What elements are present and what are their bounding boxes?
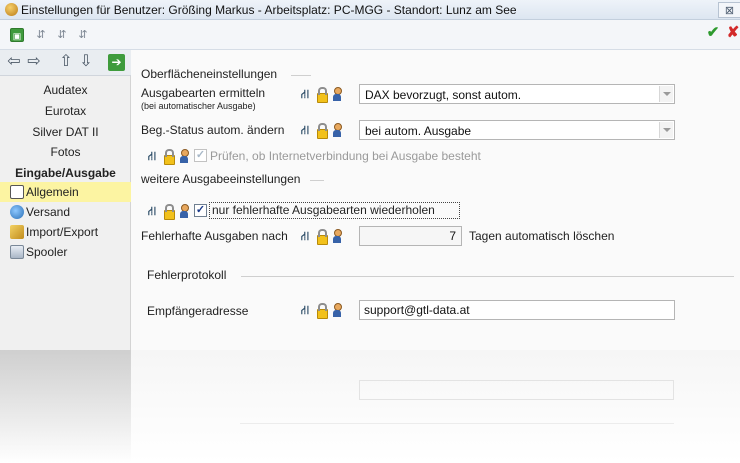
sidebar-item-eurotax[interactable]: Eurotax [0, 101, 131, 121]
sidebar: ⇦ ⇨ ⇧ ⇩ ➔ Audatex Eurotax Silver DAT II … [0, 50, 131, 350]
user-icon[interactable] [330, 302, 344, 318]
go-arrow-icon[interactable]: ➔ [108, 54, 125, 71]
globe-icon [10, 205, 24, 219]
window-title: Einstellungen für Benutzer: Größing Mark… [21, 3, 517, 17]
cancel-icon[interactable]: ✘ [726, 25, 740, 40]
sort-icon[interactable]: ⇵ [34, 28, 48, 42]
save-icon[interactable]: ▣ [10, 28, 24, 42]
up-arrow-icon[interactable]: ⇧ [58, 53, 74, 71]
fehlerhafte-scope-icons: ⛙ [298, 228, 356, 245]
user-icon[interactable] [177, 148, 191, 164]
sidebar-navbar: ⇦ ⇨ ⇧ ⇩ ➔ [0, 50, 131, 76]
lock-icon[interactable] [161, 148, 175, 165]
lock-icon[interactable] [314, 122, 328, 139]
section-divider [241, 276, 734, 277]
printer-icon [10, 245, 24, 259]
network-icon[interactable]: ⛙ [145, 203, 159, 219]
empfaenger-label: Empfängeradresse [147, 304, 249, 318]
app-icon [5, 3, 18, 16]
user-icon[interactable] [330, 228, 344, 244]
begstatus-select[interactable]: bei autom. Ausgabe [359, 120, 675, 140]
sidebar-item-spooler[interactable]: Spooler [0, 242, 131, 262]
nur-fehlerhafte-label[interactable]: nur fehlerhafte Ausgabearten wiederholen [212, 203, 435, 217]
section-title-weitere: weitere Ausgabeeinstellungen [141, 172, 301, 186]
section-title-ui: Oberflächeneinstellungen [141, 67, 278, 81]
back-arrow-icon[interactable]: ⇦ [6, 53, 22, 71]
nur-fehlerhafte-checkbox[interactable]: ✓ [194, 204, 207, 217]
folder-icon [10, 225, 24, 239]
section-divider [310, 180, 324, 181]
empfaenger-scope-icons: ⛙ [298, 302, 356, 319]
internet-check-checkbox[interactable]: ✓ [194, 149, 207, 162]
sidebar-item-import-export[interactable]: Import/Export [0, 222, 131, 242]
sidebar-item-label: Allgemein [26, 185, 79, 199]
sidebar-item-label: Versand [26, 205, 71, 219]
fehlerhafte-days-input[interactable]: 7 [359, 226, 462, 246]
sidebar-item-allgemein[interactable]: Allgemein [0, 182, 131, 202]
sidebar-item-versand[interactable]: Versand [0, 202, 131, 222]
begstatus-scope-icons: ⛙ [298, 122, 356, 139]
sidebar-item-label: Import/Export [26, 225, 99, 239]
user-icon[interactable] [177, 203, 191, 219]
fehlerhafte-label: Fehlerhafte Ausgaben nach [141, 229, 288, 243]
sidebar-group-eingabe-ausgabe[interactable]: Eingabe/Ausgabe [0, 163, 131, 183]
reflection-field [359, 380, 674, 400]
user-icon[interactable] [330, 86, 344, 102]
lock-icon[interactable] [161, 203, 175, 220]
begstatus-label: Beg.-Status autom. ändern [141, 123, 285, 137]
grid-icon [10, 185, 24, 199]
empfaenger-input[interactable]: support@gtl-data.at [359, 300, 675, 320]
ausgabearten-select-value: DAX bevorzugt, sonst autom. [365, 88, 522, 102]
settings-panel: Oberflächeneinstellungen Ausgabearten er… [131, 50, 740, 350]
ok-icon[interactable]: ✔ [706, 25, 720, 40]
chevron-down-icon[interactable] [659, 122, 673, 138]
down-arrow-icon[interactable]: ⇩ [78, 53, 94, 71]
ausgabearten-select[interactable]: DAX bevorzugt, sonst autom. [359, 84, 675, 104]
reflection-divider [240, 423, 674, 424]
ausgabearten-label: Ausgabearten ermitteln [141, 86, 266, 100]
section-title-fehlerprotokoll: Fehlerprotokoll [147, 268, 227, 282]
user-icon[interactable] [330, 122, 344, 138]
lock-icon[interactable] [314, 302, 328, 319]
sidebar-reflection [0, 350, 131, 463]
ausgabearten-scope-icons: ⛙ [298, 86, 356, 103]
begstatus-select-value: bei autom. Ausgabe [365, 124, 472, 138]
sort-remove-icon[interactable]: ⇵ [76, 28, 90, 42]
section-divider [291, 75, 311, 76]
network-icon[interactable]: ⛙ [298, 86, 312, 102]
network-icon[interactable]: ⛙ [145, 148, 159, 164]
ausgabearten-sublabel: (bei automatischer Ausgabe) [141, 101, 256, 111]
window-titlebar: Einstellungen für Benutzer: Größing Mark… [0, 0, 740, 20]
window-reflection [0, 350, 740, 463]
lock-icon[interactable] [314, 86, 328, 103]
toolbar: ▣ ⇵ ⇵ ⇵ ✔ ✘ [0, 20, 740, 50]
network-icon[interactable]: ⛙ [298, 122, 312, 138]
forward-arrow-icon[interactable]: ⇨ [26, 53, 42, 71]
internet-check-label: Prüfen, ob Internetverbindung bei Ausgab… [210, 149, 481, 163]
window-close-button[interactable]: ⊠ [718, 2, 740, 18]
sidebar-item-silver-dat[interactable]: Silver DAT II [0, 122, 131, 142]
sidebar-item-fotos[interactable]: Fotos [0, 142, 131, 162]
sort-alt-icon[interactable]: ⇵ [55, 28, 69, 42]
sidebar-item-label: Spooler [26, 245, 68, 259]
network-icon[interactable]: ⛙ [298, 302, 312, 318]
network-icon[interactable]: ⛙ [298, 228, 312, 244]
lock-icon[interactable] [314, 228, 328, 245]
fehlerhafte-suffix: Tagen automatisch löschen [469, 229, 615, 243]
sidebar-item-audatex[interactable]: Audatex [0, 80, 131, 100]
chevron-down-icon[interactable] [659, 86, 673, 102]
